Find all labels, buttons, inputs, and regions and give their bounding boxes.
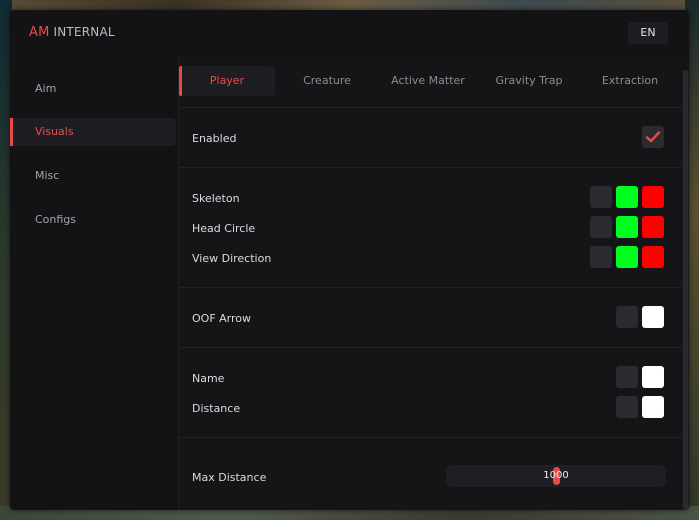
app-logo: AM INTERNAL: [29, 25, 115, 40]
skeleton-label: Skeleton: [192, 192, 240, 205]
title-bar: AM INTERNAL EN: [10, 10, 689, 56]
tab-player[interactable]: Player: [179, 66, 275, 96]
enabled-checkbox[interactable]: [642, 126, 664, 148]
tab-bar: Player Creature Active Matter Gravity Tr…: [179, 66, 682, 98]
content-panel: Player Creature Active Matter Gravity Tr…: [178, 56, 682, 510]
view-direction-label: View Direction: [192, 252, 272, 265]
scrollbar[interactable]: [682, 70, 689, 510]
section-divider: [179, 347, 682, 348]
oof-arrow-color-swatch-2[interactable]: [642, 306, 664, 328]
max-distance-label: Max Distance: [192, 471, 267, 484]
app-title: INTERNAL: [53, 25, 115, 39]
tabs-divider: [179, 107, 682, 108]
view-direction-color-swatch-2[interactable]: [616, 246, 638, 268]
max-distance-slider[interactable]: 1000: [446, 465, 666, 487]
view-direction-color-swatch-1[interactable]: [590, 246, 612, 268]
enabled-label: Enabled: [192, 132, 237, 145]
distance-label: Distance: [192, 402, 241, 415]
sidebar: Aim Visuals Misc Configs: [10, 56, 178, 510]
name-color-swatch-1[interactable]: [616, 366, 638, 388]
tab-creature[interactable]: Creature: [279, 66, 375, 96]
tab-extraction[interactable]: Extraction: [582, 66, 678, 96]
check-icon: [645, 131, 661, 143]
section-divider: [179, 287, 682, 288]
menu-window: AM INTERNAL EN Aim Visuals Misc Configs P…: [10, 10, 689, 510]
tab-gravity-trap[interactable]: Gravity Trap: [481, 66, 577, 96]
sidebar-item-configs[interactable]: Configs: [10, 206, 176, 234]
skeleton-color-swatch-3[interactable]: [642, 186, 664, 208]
sidebar-item-misc[interactable]: Misc: [10, 162, 176, 190]
skeleton-color-swatch-1[interactable]: [590, 186, 612, 208]
distance-color-swatch-2[interactable]: [642, 396, 664, 418]
head-circle-color-swatch-1[interactable]: [590, 216, 612, 238]
max-distance-value: 1000: [543, 470, 569, 481]
sidebar-item-visuals[interactable]: Visuals: [10, 118, 176, 146]
section-divider: [179, 437, 682, 438]
tab-active-matter[interactable]: Active Matter: [380, 66, 476, 96]
distance-color-swatch-1[interactable]: [616, 396, 638, 418]
app-brand: AM: [29, 25, 50, 40]
sidebar-item-aim[interactable]: Aim: [10, 75, 176, 103]
head-circle-label: Head Circle: [192, 222, 256, 235]
head-circle-color-swatch-2[interactable]: [616, 216, 638, 238]
view-direction-color-swatch-3[interactable]: [642, 246, 664, 268]
skeleton-color-swatch-2[interactable]: [616, 186, 638, 208]
head-circle-color-swatch-3[interactable]: [642, 216, 664, 238]
name-label: Name: [192, 372, 225, 385]
language-button[interactable]: EN: [628, 22, 668, 44]
oof-arrow-color-swatch-1[interactable]: [616, 306, 638, 328]
name-color-swatch-2[interactable]: [642, 366, 664, 388]
section-divider: [179, 167, 682, 168]
oof-arrow-label: OOF Arrow: [192, 312, 252, 325]
scrollbar-thumb[interactable]: [683, 70, 688, 510]
